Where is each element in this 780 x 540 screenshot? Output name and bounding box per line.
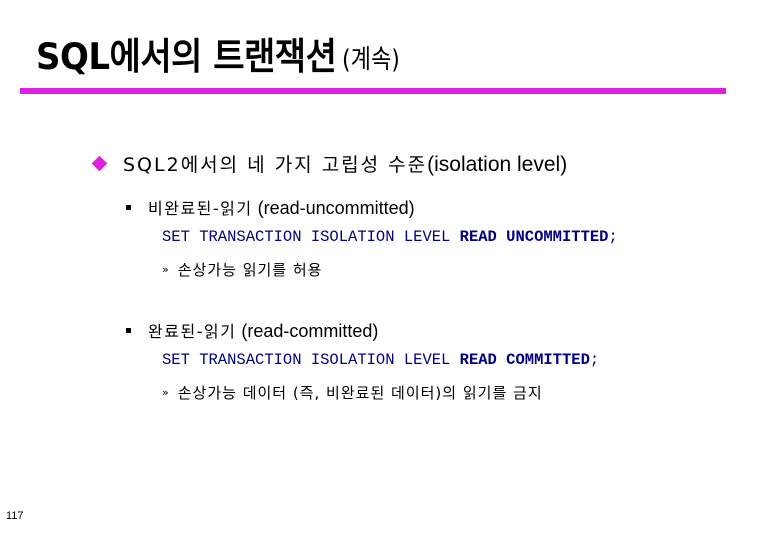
title-main: SQL에서의 트랜잭션 <box>36 35 337 79</box>
square-bullet-icon <box>126 204 131 210</box>
bullet-label-ko: 비완료된-읽기 <box>148 199 253 218</box>
bullet-text: SQL2에서의 네 가지 고립성 수준(isolation level) <box>123 150 567 177</box>
note-text: 손상가능 읽기를 허용 <box>177 261 323 279</box>
bullet-read-committed: 완료된-읽기 (read-committed) <box>126 318 378 342</box>
bullet-isolation-levels: SQL2에서의 네 가지 고립성 수준(isolation level) <box>91 150 567 177</box>
code-keyword: READ COMMITTED <box>459 351 590 369</box>
page-number: 117 <box>6 510 24 522</box>
bullet-label: 비완료된-읽기 (read-uncommitted) <box>148 195 415 219</box>
bullet-read-uncommitted: 비완료된-읽기 (read-uncommitted) <box>126 195 415 219</box>
bullet-label-en: (read-uncommitted) <box>257 198 415 218</box>
bullet-text-en: (isolation level) <box>427 153 568 176</box>
code-suffix: ; <box>589 351 600 369</box>
square-bullet-icon <box>126 327 131 333</box>
code-prefix: SET TRANSACTION ISOLATION LEVEL <box>162 351 460 369</box>
note-read-uncommitted: » 손상가능 읽기를 허용 <box>162 259 322 280</box>
raquo-bullet-icon: » <box>162 386 169 399</box>
code-prefix: SET TRANSACTION ISOLATION LEVEL <box>162 228 460 246</box>
code-read-committed: SET TRANSACTION ISOLATION LEVEL READ COM… <box>162 351 599 369</box>
title-underline <box>20 88 726 94</box>
bullet-label-ko: 완료된-읽기 <box>148 322 237 341</box>
raquo-bullet-icon: » <box>162 263 169 276</box>
code-suffix: ; <box>608 228 618 246</box>
code-keyword: READ UNCOMMITTED <box>459 228 609 246</box>
note-text: 손상가능 데이터 (즉, 비완료된 데이터)의 읽기를 금지 <box>177 384 543 402</box>
bullet-label-en: (read-committed) <box>241 321 379 341</box>
title-continued: (계속) <box>342 45 401 75</box>
bullet-label: 완료된-읽기 (read-committed) <box>148 318 378 342</box>
code-read-uncommitted: SET TRANSACTION ISOLATION LEVEL READ UNC… <box>162 228 618 246</box>
slide-title: SQL에서의 트랜잭션 (계속) <box>36 35 411 79</box>
bullet-text-ko: SQL2에서의 네 가지 고립성 수준 <box>123 154 428 176</box>
note-read-committed: » 손상가능 데이터 (즉, 비완료된 데이터)의 읽기를 금지 <box>162 382 543 403</box>
diamond-icon <box>91 155 108 172</box>
